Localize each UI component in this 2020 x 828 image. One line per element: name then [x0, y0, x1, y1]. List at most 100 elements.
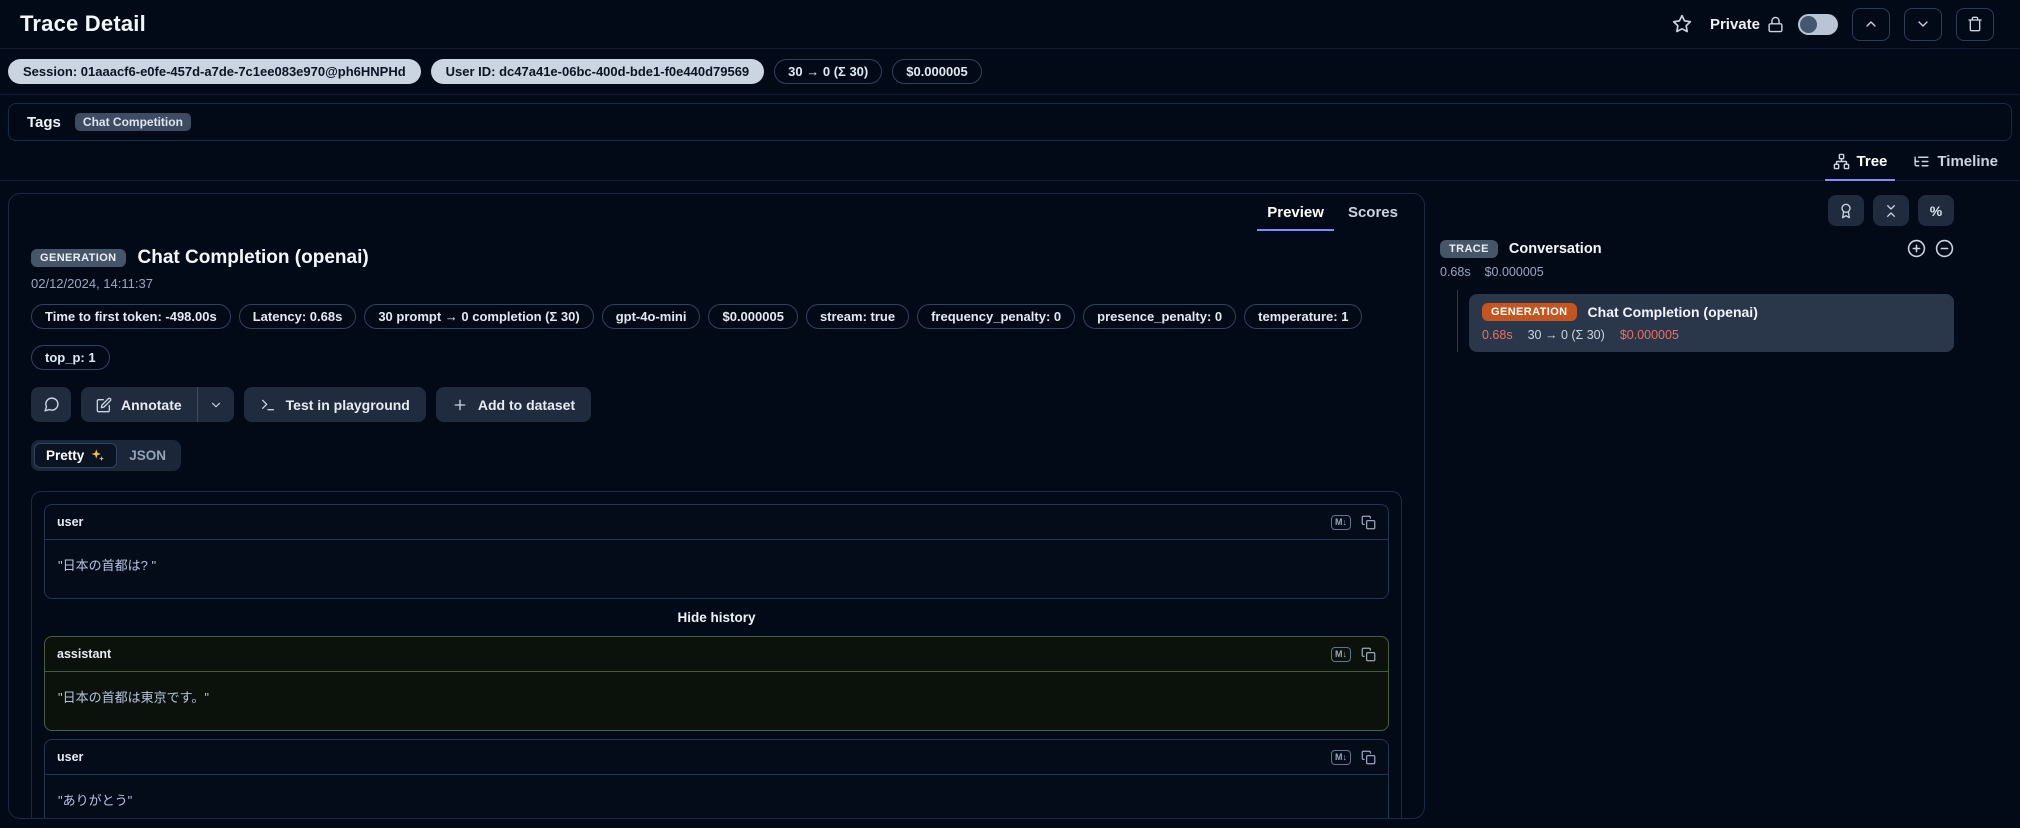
messages-container: user M↓ "日本の首都は? " Hide history assistan…	[31, 491, 1402, 818]
message-header-icons: M↓	[1331, 514, 1376, 530]
toggle-knob	[1800, 15, 1817, 33]
node-latency: 0.68s	[1482, 328, 1513, 342]
copy-icon[interactable]	[1361, 750, 1376, 765]
privacy-control: Private	[1710, 16, 1784, 33]
node-title-row: GENERATION Chat Completion (openai)	[1482, 303, 1941, 321]
private-toggle[interactable]	[1798, 13, 1838, 35]
trace-type-badge: TRACE	[1440, 239, 1498, 258]
actions-row: Annotate Test in playground Add to datas…	[31, 387, 1402, 422]
metric-badge-temperature: temperature: 1	[1244, 304, 1363, 329]
message-header: user M↓	[45, 740, 1388, 775]
markdown-toggle-icon[interactable]: M↓	[1331, 514, 1351, 530]
metric-badge-frequency-penalty: frequency_penalty: 0	[917, 304, 1076, 329]
header-actions: Private	[1668, 7, 1994, 41]
copy-icon[interactable]	[1361, 515, 1376, 530]
add-to-dataset-label: Add to dataset	[477, 396, 576, 413]
metric-badge-model[interactable]: gpt-4o-mini	[601, 304, 701, 329]
circle-minus-icon[interactable]	[1935, 239, 1954, 258]
circle-plus-icon[interactable]	[1907, 239, 1926, 258]
user-id-badge[interactable]: User ID: dc47a41e-06bc-400d-bde1-f0e440d…	[430, 59, 765, 84]
tab-preview[interactable]: Preview	[1257, 198, 1334, 231]
sparkles-icon	[90, 448, 105, 463]
trace-meta-row: Session: 01aaacf6-e0fe-457d-a7de-7c1ee08…	[0, 49, 2020, 95]
trace-root-row[interactable]: TRACE Conversation	[1440, 239, 1954, 258]
observation-timestamp: 02/12/2024, 14:11:37	[31, 276, 153, 291]
test-in-playground-label: Test in playground	[285, 396, 410, 413]
message-header-icons: M↓	[1331, 646, 1376, 662]
message-content: "日本の首都は東京です。"	[58, 690, 209, 705]
pencil-square-icon	[96, 397, 112, 413]
panel-tabs: Preview Scores	[9, 194, 1424, 231]
annotate-button[interactable]: Annotate	[81, 387, 197, 422]
metric-badge-ttft: Time to first token: -498.00s	[31, 304, 231, 329]
annotate-dropdown-button[interactable]	[198, 387, 234, 422]
metric-badge-stream: stream: true	[805, 304, 910, 329]
tag-chip[interactable]: Chat Competition	[74, 113, 191, 131]
next-trace-button[interactable]	[1904, 7, 1942, 41]
tree-expand-controls	[1907, 239, 1954, 258]
tree-controls: %	[1440, 195, 1954, 226]
node-cost: $0.000005	[1619, 328, 1679, 342]
cost-badge: $0.000005	[892, 59, 982, 84]
format-json-button[interactable]: JSON	[117, 443, 178, 468]
markdown-toggle-icon[interactable]: M↓	[1331, 646, 1351, 662]
lock-icon	[1767, 16, 1784, 33]
main-area: Preview Scores GENERATION Chat Completio…	[0, 181, 2020, 819]
trace-metrics: 0.68s $0.000005	[1440, 265, 1954, 279]
annotate-split-button: Annotate	[81, 387, 234, 422]
tree-nodes: GENERATION Chat Completion (openai) 0.68…	[1440, 290, 1954, 352]
message-card-assistant: assistant M↓ "日本の首都は東京です。"	[44, 636, 1389, 731]
message-header: assistant M↓	[45, 637, 1388, 672]
tab-tree[interactable]: Tree	[1824, 147, 1896, 181]
plus-icon	[452, 397, 468, 413]
bookmark-star-button[interactable]	[1668, 10, 1696, 38]
message-header: user M↓	[45, 505, 1388, 540]
token-usage-badge: 30 → 0 (Σ 30)	[774, 59, 883, 84]
metric-badge-top-p: top_p: 1	[31, 345, 110, 370]
generation-node-card[interactable]: GENERATION Chat Completion (openai) 0.68…	[1469, 294, 1954, 352]
metric-badge-presence-penalty: presence_penalty: 0	[1083, 304, 1237, 329]
markdown-toggle-icon[interactable]: M↓	[1331, 749, 1351, 765]
message-header-icons: M↓	[1331, 749, 1376, 765]
star-icon	[1672, 14, 1692, 34]
metric-badge-cost: $0.000005	[708, 304, 798, 329]
message-card-user-1: user M↓ "日本の首都は? "	[44, 504, 1389, 599]
metric-badge-latency: Latency: 0.68s	[238, 304, 357, 329]
observation-title-row: GENERATION Chat Completion (openai)	[31, 247, 1402, 269]
terminal-icon	[260, 397, 276, 413]
message-role: user	[57, 750, 84, 764]
trace-title: Conversation	[1508, 240, 1602, 257]
hide-history-button[interactable]: Hide history	[44, 599, 1389, 636]
previous-trace-button[interactable]	[1852, 7, 1890, 41]
chevron-down-icon	[1915, 16, 1931, 32]
delete-trace-button[interactable]	[1956, 7, 1994, 41]
award-icon	[1838, 203, 1854, 219]
tab-timeline[interactable]: Timeline	[1905, 147, 2006, 181]
tree-indent-line	[1457, 290, 1458, 352]
add-to-dataset-button[interactable]: Add to dataset	[435, 387, 592, 422]
metric-badges: Time to first token: -498.00s Latency: 0…	[31, 304, 1402, 370]
tab-tree-label: Tree	[1856, 153, 1888, 170]
test-in-playground-button[interactable]: Test in playground	[243, 387, 426, 422]
toggle-metrics-button[interactable]: %	[1918, 195, 1954, 226]
collapse-all-button[interactable]	[1873, 195, 1909, 226]
panel-content: GENERATION Chat Completion (openai) 02/1…	[9, 231, 1424, 818]
tab-timeline-label: Timeline	[1937, 153, 1998, 170]
message-card-user-2: user M↓ "ありがとう"	[44, 739, 1389, 818]
tab-scores[interactable]: Scores	[1338, 198, 1408, 231]
metric-badge-tokens: 30 prompt → 0 completion (Σ 30)	[364, 304, 594, 329]
format-toggle: Pretty JSON	[31, 440, 182, 471]
session-badge[interactable]: Session: 01aaacf6-e0fe-457d-a7de-7c1ee08…	[8, 59, 421, 84]
chevron-down-icon	[209, 398, 223, 412]
toggle-scores-button[interactable]	[1828, 195, 1864, 226]
chevrons-down-up-icon	[1883, 203, 1899, 219]
copy-icon[interactable]	[1361, 647, 1376, 662]
message-role: user	[57, 515, 84, 529]
tags-row: Tags Chat Competition	[8, 103, 2012, 141]
trace-cost: $0.000005	[1484, 265, 1544, 279]
format-pretty-button[interactable]: Pretty	[34, 443, 118, 468]
comments-button[interactable]	[31, 387, 71, 422]
node-metrics-row: 0.68s 30 → 0 (Σ 30) $0.000005	[1482, 328, 1941, 342]
message-content: "ありがとう"	[58, 793, 133, 808]
